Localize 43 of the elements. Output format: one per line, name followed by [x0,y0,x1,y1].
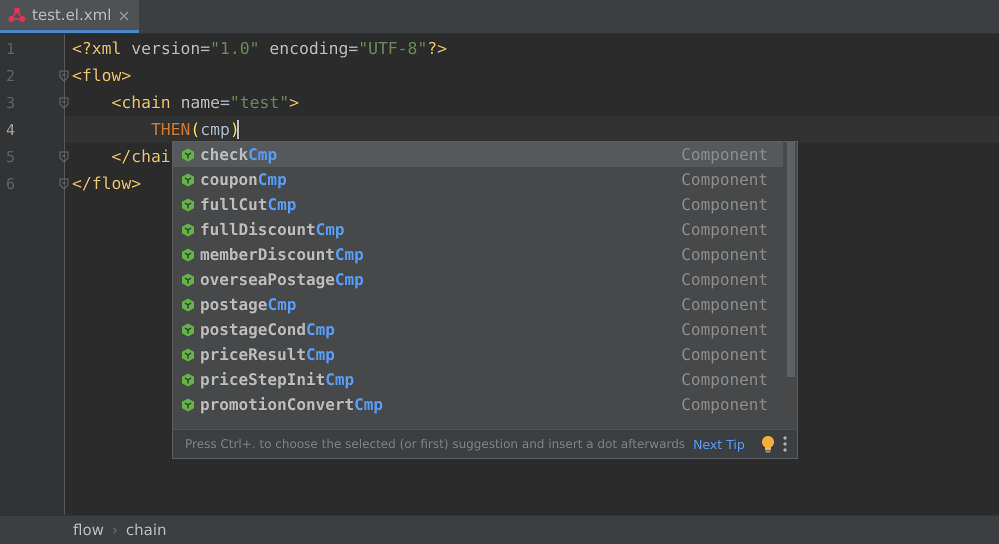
code-line: </chai [110,147,171,166]
completion-item[interactable]: priceStepInitCmp Component [173,367,783,392]
code-line: </flow> [72,174,142,193]
completion-item[interactable]: postageCondCmp Component [173,317,783,342]
close-icon[interactable]: × [117,6,131,24]
breadcrumb[interactable]: chain [126,521,167,539]
completion-item[interactable]: postageCmp Component [173,292,783,317]
fold-icon[interactable] [59,70,69,82]
next-tip-link[interactable]: Next Tip [693,436,753,452]
scrollbar-thumb[interactable] [787,142,795,377]
hint-text: Press Ctrl+. to choose the selected (or first) suggestion and insert a dot afterwards [185,437,686,451]
cube-icon [181,372,195,386]
cube-icon [181,222,195,236]
line-number: 4 [6,120,16,138]
cube-icon [181,322,195,336]
code-line: <flow> [72,66,132,85]
cube-icon [181,148,195,162]
cube-icon [181,398,195,412]
more-icon[interactable] [783,436,787,452]
completion-item[interactable]: couponCmp Component [173,167,783,192]
completion-item[interactable]: fullDiscountCmp Component [173,217,783,242]
breadcrumb[interactable]: flow [73,521,104,539]
completion-item[interactable]: memberDiscountCmp Component [173,242,783,267]
cube-icon [181,248,195,262]
fold-icon[interactable] [59,150,69,162]
code-line: <chain name="test"> [110,93,300,112]
fold-icon[interactable] [59,96,69,108]
completion-item[interactable]: fullCutCmp Component [173,192,783,217]
lightbulb-icon [761,435,775,453]
breadcrumb-separator: › [112,521,118,539]
cube-icon [181,298,195,312]
triangle-logo-icon [8,7,26,23]
completion-item[interactable]: priceResultCmp Component [173,342,783,367]
completion-item[interactable]: promotionConvertCmp Component [173,392,783,417]
cube-icon [181,172,195,186]
code-line: THEN(cmp) [150,120,239,139]
cube-icon [181,198,195,212]
file-tab[interactable]: test.el.xml × [0,0,139,33]
cube-icon [181,272,195,286]
fold-icon[interactable] [59,178,69,190]
code-line: <?xml version="1.0" encoding="UTF-8"?> [72,39,448,58]
completion-item[interactable]: overseaPostageCmp Component [173,267,783,292]
cube-icon [181,348,195,362]
